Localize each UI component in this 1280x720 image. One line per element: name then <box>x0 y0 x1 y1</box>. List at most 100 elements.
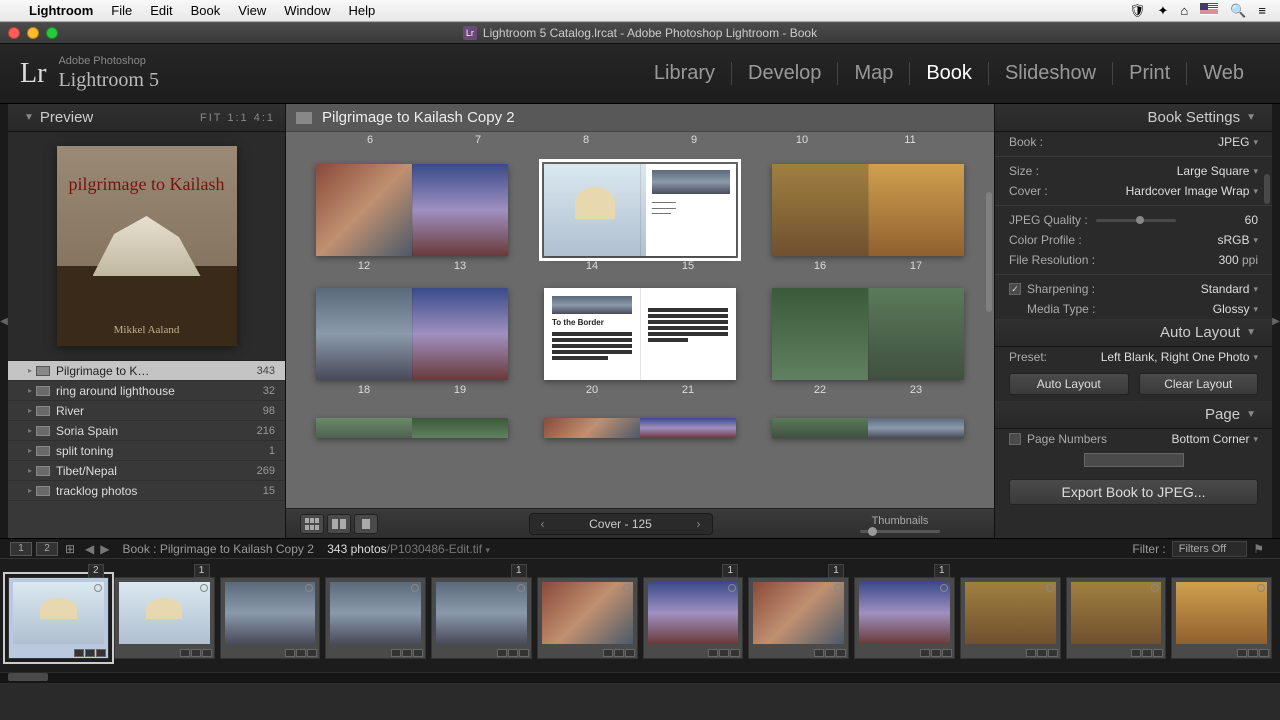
filmstrip[interactable]: 211111 <box>0 558 1280 672</box>
clear-layout-button[interactable]: Clear Layout <box>1139 373 1259 395</box>
norton-icon[interactable]: 🛡︎ <box>1129 3 1146 19</box>
module-slideshow[interactable]: Slideshow <box>989 62 1113 85</box>
view-menu[interactable]: View <box>229 3 275 18</box>
grid-view-icon[interactable]: ⊞ <box>65 542 79 556</box>
module-develop[interactable]: Develop <box>732 62 838 85</box>
media-type-row[interactable]: Media Type :Glossy▾ <box>995 299 1272 319</box>
filter-lock-icon[interactable]: ⚑ <box>1253 542 1264 556</box>
page-layout-thumbnail[interactable] <box>1084 453 1184 467</box>
flag-icon[interactable] <box>200 584 208 592</box>
collection-row[interactable]: ▸split toning1 <box>8 441 285 461</box>
preview-panel-header[interactable]: ▼ Preview FIT 1:1 4:1 <box>8 104 285 132</box>
book-settings-header[interactable]: Book Settings▼ <box>995 104 1272 132</box>
sharpening-row[interactable]: ✓Sharpening :Standard▾ <box>995 279 1272 299</box>
quality-slider[interactable] <box>1096 219 1176 222</box>
zoom-ratios[interactable]: FIT 1:1 4:1 <box>200 112 275 124</box>
collection-row[interactable]: ▸tracklog photos15 <box>8 481 285 501</box>
zoom-window-button[interactable] <box>46 27 58 39</box>
filmstrip-thumbnail[interactable]: 1 <box>643 577 744 659</box>
collection-row[interactable]: ▸River98 <box>8 401 285 421</box>
right-panel-collapse-icon[interactable]: ▶ <box>1272 104 1280 538</box>
filmstrip-thumbnail[interactable] <box>1171 577 1272 659</box>
filmstrip-thumbnail[interactable] <box>960 577 1061 659</box>
flag-icon[interactable] <box>834 584 842 592</box>
window-menu[interactable]: Window <box>275 3 339 18</box>
sync-icon[interactable]: ✦ <box>1157 3 1168 19</box>
multipage-view-icon[interactable] <box>296 112 312 124</box>
book-spread[interactable] <box>772 288 964 380</box>
filmstrip-thumbnail[interactable] <box>220 577 321 659</box>
collection-row[interactable]: ▸Tibet/Nepal269 <box>8 461 285 481</box>
module-book[interactable]: Book <box>910 62 989 85</box>
book-spread[interactable] <box>772 164 964 256</box>
flag-icon[interactable] <box>1046 584 1054 592</box>
export-book-button[interactable]: Export Book to JPEG... <box>1009 479 1258 505</box>
filter-dropdown[interactable]: Filters Off <box>1172 541 1247 557</box>
module-library[interactable]: Library <box>638 62 732 85</box>
book-size-row[interactable]: Size :Large Square▾ <box>995 161 1272 181</box>
notification-center-icon[interactable]: ≡ <box>1258 3 1266 18</box>
left-panel-collapse-icon[interactable]: ◀ <box>0 104 8 538</box>
collection-row[interactable]: ▸Pilgrimage to K…343 <box>8 361 285 381</box>
book-menu[interactable]: Book <box>182 3 230 18</box>
cover-type-row[interactable]: Cover :Hardcover Image Wrap▾ <box>995 181 1272 201</box>
collection-row[interactable]: ▸Soria Spain216 <box>8 421 285 441</box>
nav-back-button[interactable]: ◀ <box>85 542 94 556</box>
spotlight-icon[interactable]: 🔍 <box>1230 3 1246 19</box>
filmstrip-thumbnail[interactable]: 2 <box>8 577 109 659</box>
filmstrip-thumbnail[interactable]: 1 <box>748 577 849 659</box>
filmstrip-thumbnail[interactable] <box>537 577 638 659</box>
flag-icon[interactable] <box>1257 584 1265 592</box>
book-spread[interactable] <box>316 288 508 380</box>
book-format-row[interactable]: Book :JPEG▾ <box>995 132 1272 152</box>
filmstrip-thumbnail[interactable] <box>325 577 426 659</box>
page-panel-header[interactable]: Page▼ <box>995 401 1272 429</box>
jpeg-quality-row[interactable]: JPEG Quality :60 <box>995 210 1272 230</box>
filmstrip-thumbnail[interactable]: 1 <box>431 577 532 659</box>
flag-icon[interactable] <box>94 584 102 592</box>
second-window-button[interactable]: 2 <box>36 542 58 556</box>
main-window-button[interactable]: 1 <box>10 542 32 556</box>
right-panel-scrollbar[interactable] <box>1264 174 1270 204</box>
flag-icon[interactable] <box>940 584 948 592</box>
next-page-button[interactable]: › <box>686 517 712 531</box>
color-profile-row[interactable]: Color Profile :sRGB▾ <box>995 230 1272 250</box>
module-map[interactable]: Map <box>838 62 910 85</box>
input-flag-icon[interactable] <box>1200 3 1218 18</box>
filmstrip-thumbnail[interactable] <box>1066 577 1167 659</box>
auto-layout-header[interactable]: Auto Layout▼ <box>995 319 1272 347</box>
multi-page-view-button[interactable] <box>300 514 324 534</box>
layout-preset-row[interactable]: Preset:Left Blank, Right One Photo▾ <box>995 347 1272 367</box>
flag-icon[interactable] <box>517 584 525 592</box>
auto-layout-button[interactable]: Auto Layout <box>1009 373 1129 395</box>
close-window-button[interactable] <box>8 27 20 39</box>
nav-forward-button[interactable]: ▶ <box>100 542 109 556</box>
flag-icon[interactable] <box>411 584 419 592</box>
prev-page-button[interactable]: ‹ <box>530 517 556 531</box>
sharpening-checkbox[interactable]: ✓ <box>1009 283 1021 295</box>
1password-icon[interactable]: ⌂ <box>1180 3 1188 18</box>
minimize-window-button[interactable] <box>27 27 39 39</box>
file-resolution-row[interactable]: File Resolution :300 ppi <box>995 250 1272 270</box>
book-spread[interactable] <box>316 164 508 256</box>
spread-grid[interactable]: 67891011 1213━━━━━━━━━━━━━━━━━━━━━━━━━━━… <box>286 132 994 508</box>
single-page-view-button[interactable] <box>354 514 378 534</box>
grid-scrollbar[interactable] <box>986 192 992 312</box>
module-print[interactable]: Print <box>1113 62 1187 85</box>
module-web[interactable]: Web <box>1187 62 1260 85</box>
thumbnail-size-slider[interactable]: Thumbnails <box>860 515 940 533</box>
page-numbers-row[interactable]: Page NumbersBottom Corner▾ <box>995 429 1272 449</box>
page-numbers-checkbox[interactable] <box>1009 433 1021 445</box>
collection-row[interactable]: ▸ring around lighthouse32 <box>8 381 285 401</box>
book-cover-preview[interactable]: pilgrimage to Kailash Mikkel Aaland <box>57 146 237 346</box>
flag-icon[interactable] <box>623 584 631 592</box>
edit-menu[interactable]: Edit <box>141 3 181 18</box>
filmstrip-thumbnail[interactable]: 1 <box>854 577 955 659</box>
book-spread[interactable]: To the Border <box>544 288 736 380</box>
filmstrip-thumbnail[interactable]: 1 <box>114 577 215 659</box>
filmstrip-scrollbar[interactable] <box>0 673 1280 683</box>
book-spread[interactable]: ━━━━━━━━━━━━━━━━━━━━━━━━━━━━ <box>544 164 736 256</box>
help-menu[interactable]: Help <box>339 3 384 18</box>
spread-view-button[interactable] <box>327 514 351 534</box>
filmstrip-source[interactable]: Book : Pilgrimage to Kailash Copy 2 343 … <box>122 542 489 556</box>
